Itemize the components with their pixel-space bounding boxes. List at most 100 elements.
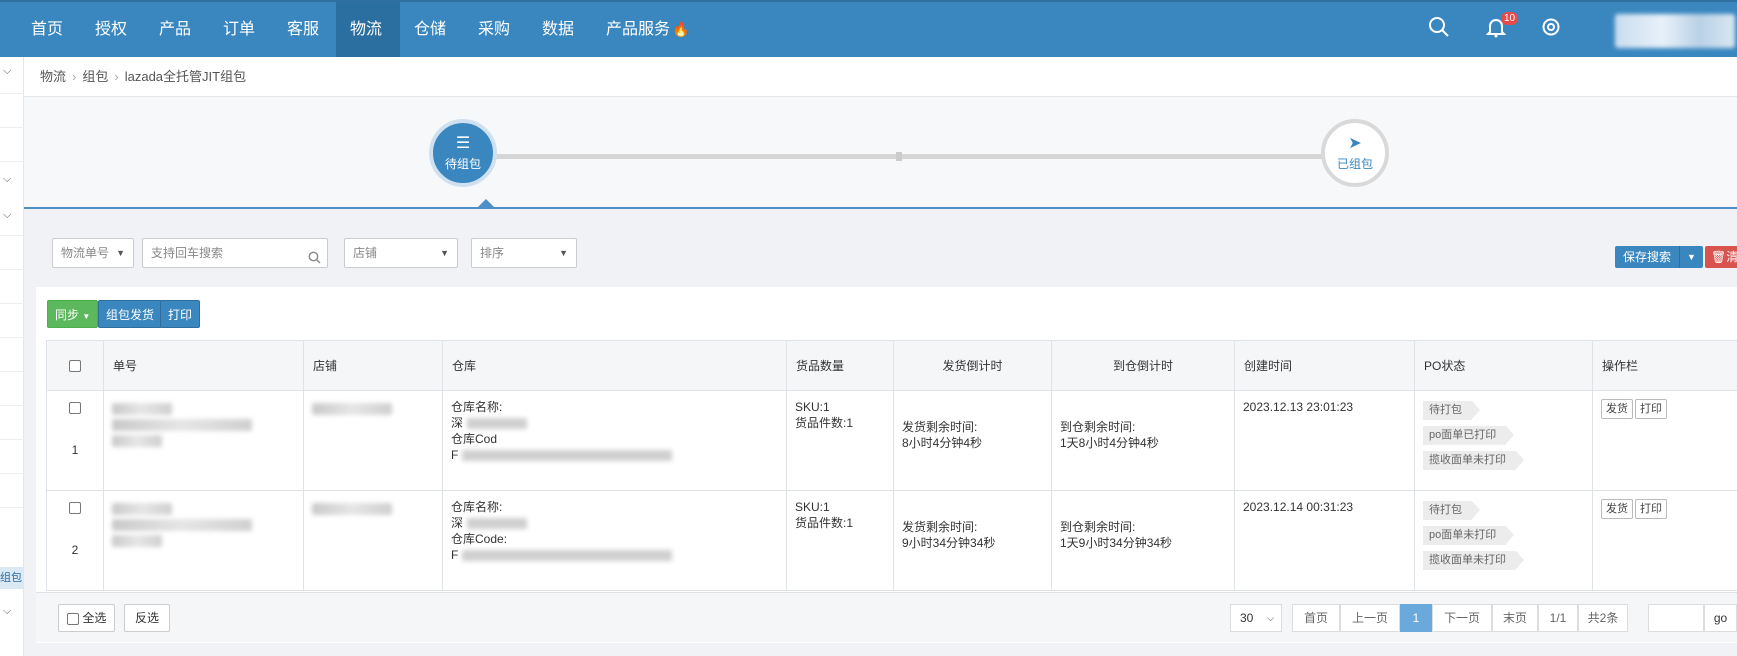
piece-count: 货品件数:1 <box>795 516 854 530</box>
status-badge: po面单未打印 <box>1423 526 1515 545</box>
arrive-countdown-label: 到仓剩余时间: <box>1060 420 1136 434</box>
nav-product-service-label: 产品服务 <box>606 21 671 38</box>
po-status-cell: 待打包 po面单未打印 揽收面单未打印 <box>1414 490 1593 591</box>
store-select[interactable]: 店铺 ▼ <box>344 238 458 268</box>
next-page-button[interactable]: 下一页 <box>1432 604 1492 632</box>
nav-logistics[interactable]: 物流 <box>336 2 400 57</box>
chevron-down-icon[interactable]: ⌵ <box>3 65 11 78</box>
caret-down-icon: ▼ <box>440 248 449 258</box>
warehouse-code: F <box>451 447 778 463</box>
chevron-down-icon[interactable]: ⌵ <box>3 209 11 222</box>
search-type-select[interactable]: 物流单号 ▼ <box>52 238 134 268</box>
step-pending-pack[interactable]: ☰ 待组包 <box>429 119 497 187</box>
save-search-button[interactable]: 保存搜索 ▼ <box>1615 246 1704 268</box>
ship-countdown-label: 发货剩余时间: <box>902 420 978 434</box>
actions-cell: 发货 打印 <box>1592 490 1737 591</box>
sort-select[interactable]: 排序 ▼ <box>471 238 577 268</box>
qty-cell: SKU:1 货品件数:1 <box>786 390 894 491</box>
breadcrumb-item[interactable]: 物流 <box>40 69 66 84</box>
search-input[interactable]: 支持回车搜索 <box>142 238 328 268</box>
print-row-button[interactable]: 打印 <box>1635 499 1667 519</box>
step-label: 已组包 <box>1336 157 1373 171</box>
invert-selection-button[interactable]: 反选 <box>124 604 171 632</box>
redacted-text <box>112 519 252 531</box>
nav-purchase[interactable]: 采购 <box>464 2 524 57</box>
page-size-select[interactable]: 30 ⌵ <box>1230 604 1282 632</box>
last-page-button[interactable]: 末页 <box>1492 604 1538 632</box>
checkbox[interactable] <box>69 501 81 514</box>
nav-warehouse[interactable]: 仓储 <box>400 2 460 57</box>
divider <box>0 93 24 94</box>
sort-select-value: 排序 <box>480 246 505 260</box>
checkbox[interactable] <box>67 612 79 625</box>
left-sidebar: ⌵ ⌵ ⌵ 组包 ⌵ <box>0 57 24 656</box>
arrive-countdown-value: 1天8小时4分钟4秒 <box>1060 436 1159 450</box>
divider <box>0 127 24 128</box>
clear-label: 清 <box>1726 250 1737 264</box>
nav-service[interactable]: 客服 <box>273 2 333 57</box>
col-header-po-status: PO状态 <box>1414 340 1593 391</box>
row-number: 2 <box>71 543 79 557</box>
store-select-value: 店铺 <box>353 246 378 260</box>
notification-badge: 10 <box>1501 12 1519 25</box>
order-no-cell <box>103 390 304 491</box>
clear-button[interactable]: 🗑清 <box>1705 246 1737 268</box>
select-all-button[interactable]: 全选 <box>58 604 116 632</box>
chevron-down-icon: ⌵ <box>1267 613 1274 623</box>
divider <box>0 337 24 338</box>
warehouse-cell: 仓库名称: 深 仓库Cod F <box>442 390 787 491</box>
pack-ship-button[interactable]: 组包发货 <box>98 300 163 328</box>
piece-count: 货品件数:1 <box>795 416 854 430</box>
ship-countdown-value: 8小时4分钟4秒 <box>902 436 983 450</box>
print-button[interactable]: 打印 <box>160 300 201 328</box>
row-select-cell[interactable]: 1 <box>46 390 104 491</box>
caret-down-icon: ▼ <box>116 248 125 258</box>
chevron-down-icon[interactable]: ⌵ <box>3 173 11 186</box>
search-icon[interactable] <box>308 246 321 274</box>
page-1-button[interactable]: 1 <box>1400 604 1432 632</box>
warehouse-code-prefix: F <box>451 548 459 562</box>
nav-product[interactable]: 产品 <box>145 2 205 57</box>
select-all-header[interactable] <box>46 340 104 391</box>
gear-icon[interactable] <box>1540 16 1562 41</box>
search-icon[interactable] <box>1428 16 1450 41</box>
ship-countdown-cell: 发货剩余时间: 9小时34分钟34秒 <box>893 490 1052 591</box>
sidebar-item-pack[interactable]: 组包 <box>0 567 24 589</box>
checkbox[interactable] <box>69 360 81 373</box>
col-header-store: 店铺 <box>303 340 443 391</box>
user-avatar[interactable] <box>1615 14 1735 48</box>
redacted-text <box>312 503 392 515</box>
prev-page-button[interactable]: 上一页 <box>1340 604 1400 632</box>
step-packed[interactable]: ➤ 已组包 <box>1321 119 1389 187</box>
checkbox[interactable] <box>69 401 81 414</box>
print-row-button[interactable]: 打印 <box>1635 399 1667 419</box>
warehouse-code-label: 仓库Code: <box>451 531 778 547</box>
ship-button[interactable]: 发货 <box>1601 399 1633 419</box>
nav-order[interactable]: 订单 <box>209 2 269 57</box>
caret-down-icon[interactable]: ▼ <box>1679 246 1703 268</box>
breadcrumb-item[interactable]: 组包 <box>82 69 108 84</box>
ship-button[interactable]: 发货 <box>1601 499 1633 519</box>
divider <box>0 439 24 440</box>
col-header-actions: 操作栏 <box>1592 340 1737 391</box>
row-select-cell[interactable]: 2 <box>46 490 104 591</box>
divider <box>0 161 24 162</box>
nav-auth[interactable]: 授权 <box>81 2 141 57</box>
order-no-cell <box>103 490 304 591</box>
first-page-button[interactable]: 首页 <box>1292 604 1340 632</box>
chevron-down-icon[interactable]: ⌵ <box>3 605 11 618</box>
go-button[interactable]: go <box>1704 604 1737 632</box>
page-jump-input[interactable] <box>1648 604 1704 632</box>
redacted-text <box>467 518 528 530</box>
redacted-text <box>112 535 162 547</box>
nav-product-service[interactable]: 产品服务 🔥 <box>592 2 703 57</box>
nav-home[interactable]: 首页 <box>17 2 77 57</box>
warehouse-code-label-text: 仓库Cod <box>451 432 498 446</box>
breadcrumb-current: lazada全托管JIT组包 <box>124 69 247 84</box>
warehouse-name: 深 <box>451 515 778 531</box>
col-header-created: 创建时间 <box>1234 340 1415 391</box>
sync-button[interactable]: 同步 ▼ <box>47 300 99 328</box>
nav-data[interactable]: 数据 <box>528 2 588 57</box>
created-time-cell: 2023.12.14 00:31:23 <box>1234 490 1415 591</box>
col-header-qty: 货品数量 <box>786 340 894 391</box>
